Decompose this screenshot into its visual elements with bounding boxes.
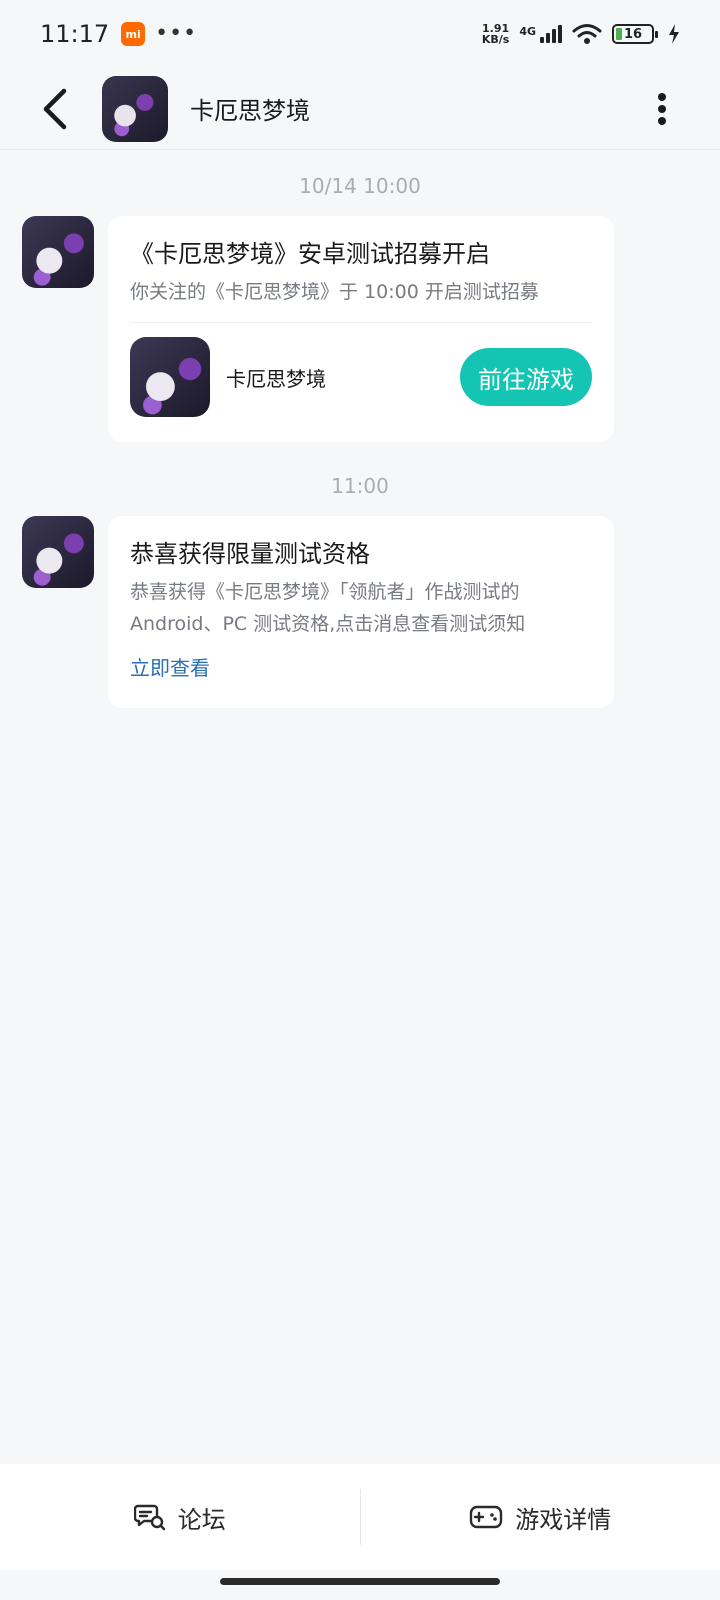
wifi-icon xyxy=(572,24,602,44)
network-type: 4G xyxy=(519,25,536,38)
game-details-label: 游戏详情 xyxy=(515,1505,612,1534)
network-speed: 1.91 KB/s xyxy=(482,23,509,45)
battery-level: 16 xyxy=(623,26,643,42)
go-to-game-button[interactable]: 前往游戏 xyxy=(460,348,592,406)
more-dots-icon: ••• xyxy=(155,21,198,46)
vertical-dots-icon xyxy=(658,92,666,125)
signal-icon xyxy=(540,25,562,43)
view-now-link[interactable]: 立即查看 xyxy=(130,652,592,684)
message-description-line: 恭喜获得《卡厄思梦境》「领航者」作战测试的 xyxy=(130,581,520,603)
back-button[interactable] xyxy=(20,74,90,144)
home-indicator[interactable] xyxy=(220,1578,500,1585)
network-speed-unit: KB/s xyxy=(481,33,510,46)
message-description: 你关注的《卡厄思梦境》于 10:00 开启测试招募 xyxy=(130,281,539,303)
message-timestamp: 10/14 10:00 xyxy=(299,174,421,198)
battery-icon: 16 xyxy=(612,24,658,44)
game-icon xyxy=(130,337,210,417)
divider xyxy=(130,322,592,323)
gamepad-icon xyxy=(470,1505,503,1529)
forum-label: 论坛 xyxy=(177,1505,226,1534)
game-name: 卡厄思梦境 xyxy=(226,366,326,391)
bottom-bar: 论坛 游戏详情 xyxy=(0,1464,720,1570)
page-title: 卡厄思梦境 xyxy=(190,97,310,125)
chat-header: 卡厄思梦境 xyxy=(0,68,720,150)
game-row[interactable]: 卡厄思梦境 前往游戏 xyxy=(130,337,592,417)
game-avatar[interactable] xyxy=(102,75,168,142)
xiaomi-badge-icon: mi xyxy=(121,22,146,46)
more-options-button[interactable] xyxy=(642,79,682,139)
message-timestamp: 11:00 xyxy=(331,474,389,498)
sender-avatar[interactable] xyxy=(22,216,94,288)
message-title: 恭喜获得限量测试资格 xyxy=(130,540,370,568)
message-card[interactable]: 《卡厄思梦境》安卓测试招募开启 你关注的《卡厄思梦境》于 10:00 开启测试招… xyxy=(108,216,614,442)
message-title: 《卡厄思梦境》安卓测试招募开启 xyxy=(130,240,490,268)
forum-icon xyxy=(133,1504,165,1531)
game-details-button[interactable]: 游戏详情 xyxy=(361,1464,720,1570)
status-bar: 11:17 mi ••• 1.91 KB/s 4G 16 xyxy=(0,0,720,68)
message-card[interactable]: 恭喜获得限量测试资格 恭喜获得《卡厄思梦境》「领航者」作战测试的 Android… xyxy=(108,516,614,708)
chevron-left-icon xyxy=(43,88,67,129)
sender-avatar[interactable] xyxy=(22,516,94,588)
forum-button[interactable]: 论坛 xyxy=(0,1464,360,1570)
status-indicators: 1.91 KB/s 4G 16 xyxy=(482,23,680,45)
status-time: 11:17 xyxy=(40,20,110,48)
message-description-line: Android、PC 测试资格,点击消息查看测试须知 xyxy=(130,613,526,635)
charging-icon xyxy=(669,24,679,44)
